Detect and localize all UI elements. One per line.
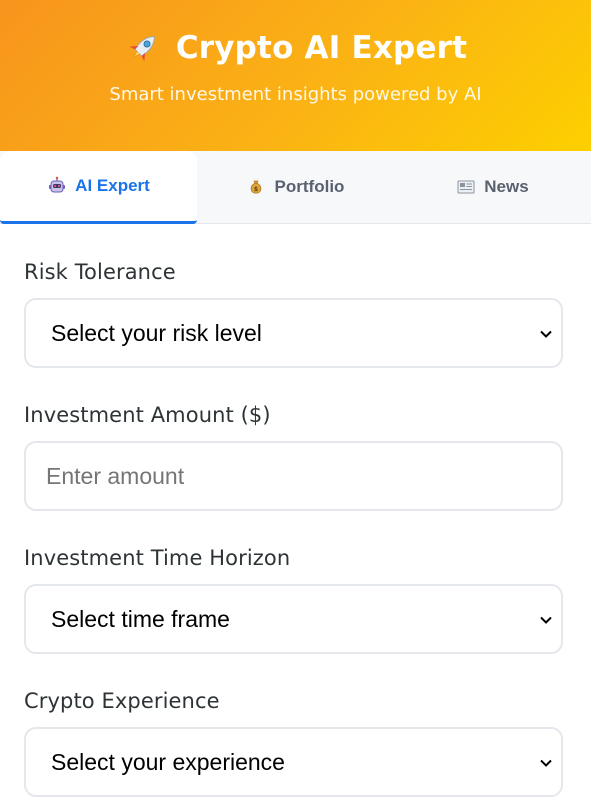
- tab-ai-expert[interactable]: AI Expert: [0, 151, 197, 224]
- experience-selected: Select your experience: [51, 748, 285, 775]
- chevron-down-icon: [540, 330, 552, 338]
- money-bag-icon: $: [247, 177, 267, 197]
- tab-label: AI Expert: [75, 176, 150, 195]
- investment-amount-label: Investment Amount ($): [24, 403, 271, 427]
- title-row: Crypto AI Expert: [0, 26, 591, 70]
- app-title: Crypto AI Expert: [175, 30, 468, 66]
- risk-tolerance-selected: Select your risk level: [51, 319, 262, 346]
- experience-select[interactable]: Select your experience: [24, 727, 563, 797]
- risk-tolerance-field: Risk Tolerance Select your risk level: [24, 260, 567, 368]
- app-subtitle: Smart investment insights powered by AI: [109, 84, 482, 105]
- tab-portfolio[interactable]: $ Portfolio: [197, 151, 394, 223]
- tab-label: Portfolio: [274, 177, 345, 196]
- investment-amount-input[interactable]: Enter amount: [24, 441, 563, 511]
- time-horizon-select[interactable]: Select time frame: [24, 584, 563, 654]
- investment-amount-placeholder: Enter amount: [46, 462, 185, 489]
- investment-amount-field: Investment Amount ($) Enter amount: [24, 403, 567, 511]
- time-horizon-field: Investment Time Horizon Select time fram…: [24, 546, 567, 654]
- app-header: Crypto AI Expert Smart investment insigh…: [0, 0, 591, 151]
- investment-form: Risk Tolerance Select your risk level In…: [0, 224, 591, 797]
- robot-icon: [47, 176, 67, 196]
- risk-tolerance-label: Risk Tolerance: [24, 260, 176, 284]
- chevron-down-icon: [540, 759, 552, 767]
- risk-tolerance-select[interactable]: Select your risk level: [24, 298, 563, 368]
- time-horizon-label: Investment Time Horizon: [24, 546, 291, 570]
- tab-bar: AI Expert $ Portfolio News: [0, 151, 591, 224]
- svg-text:$: $: [253, 186, 257, 193]
- rocket-icon: [124, 29, 162, 67]
- tab-label: News: [484, 177, 529, 196]
- chevron-down-icon: [540, 616, 552, 624]
- time-horizon-selected: Select time frame: [51, 605, 230, 632]
- experience-label: Crypto Experience: [24, 689, 220, 713]
- tab-news[interactable]: News: [394, 151, 591, 223]
- newspaper-icon: [456, 177, 476, 197]
- experience-field: Crypto Experience Select your experience: [24, 689, 567, 797]
